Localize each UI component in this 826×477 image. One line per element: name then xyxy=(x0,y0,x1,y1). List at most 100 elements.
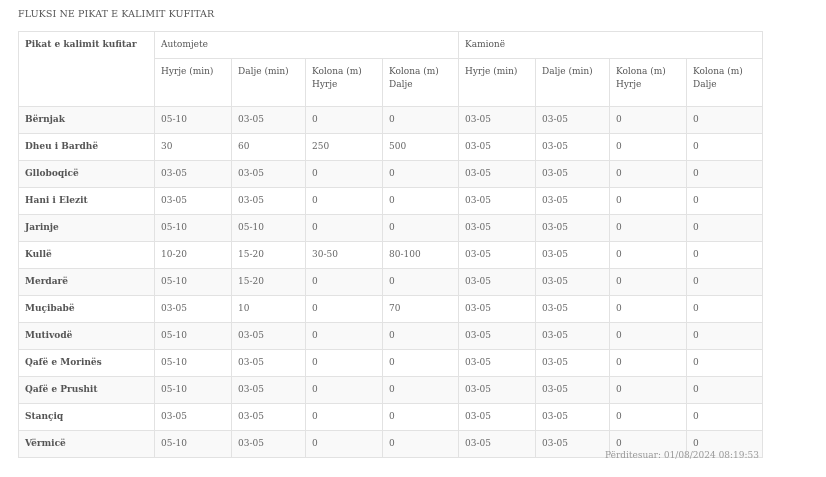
subheader-vehicles-queue-exit: Kolona (m) Dalje xyxy=(382,58,459,107)
table-row: Merdarë 05-10 15-20 0 0 03-05 03-05 0 0 xyxy=(18,268,764,296)
table-cell: 03-05 xyxy=(535,295,610,323)
table-cell: 03-05 xyxy=(458,376,536,404)
crossing-name-cell: Merdarë xyxy=(18,268,155,296)
table-cell: 0 xyxy=(609,133,687,161)
table-cell: 0 xyxy=(685,403,764,431)
table-cell: 03-05 xyxy=(535,322,610,350)
table-cell: 30-50 xyxy=(305,241,383,269)
table-cell: 0 xyxy=(305,376,383,404)
crossing-column-header: Pikat e kalimit kufitar xyxy=(18,31,155,107)
table-cell: 05-10 xyxy=(154,430,232,458)
table-cell: 03-05 xyxy=(231,187,306,215)
table-cell: 03-05 xyxy=(535,268,610,296)
table-cell: 05-10 xyxy=(154,106,232,134)
table-cell: 0 xyxy=(609,187,687,215)
table-cell: 0 xyxy=(685,214,764,242)
table-cell: 03-05 xyxy=(535,106,610,134)
table-cell: 03-05 xyxy=(458,160,536,188)
subheader-vehicles-entry-min: Hyrje (min) xyxy=(154,58,232,107)
table-cell: 03-05 xyxy=(535,214,610,242)
table-cell: 0 xyxy=(305,322,383,350)
table-cell: 03-05 xyxy=(458,268,536,296)
crossing-name-cell: Dheu i Bardhë xyxy=(18,133,155,161)
table-cell: 0 xyxy=(382,430,459,458)
table-cell: 250 xyxy=(305,133,383,161)
crossing-name-cell: Glloboqicë xyxy=(18,160,155,188)
table-cell: 03-05 xyxy=(458,214,536,242)
table-cell: 0 xyxy=(382,349,459,377)
table-cell: 0 xyxy=(305,106,383,134)
table-cell: 0 xyxy=(305,403,383,431)
table-cell: 03-05 xyxy=(231,349,306,377)
table-cell: 0 xyxy=(382,187,459,215)
table-cell: 70 xyxy=(382,295,459,323)
table-row: Stançiq 03-05 03-05 0 0 03-05 03-05 0 0 xyxy=(18,403,764,431)
table-cell: 30 xyxy=(154,133,232,161)
table-cell: 03-05 xyxy=(231,322,306,350)
group-header-vehicles: Automjete xyxy=(154,31,459,59)
table-row: Dheu i Bardhë 30 60 250 500 03-05 03-05 0 0 xyxy=(18,133,764,161)
table-cell: 0 xyxy=(609,295,687,323)
table-row: Mutivodë 05-10 03-05 0 0 03-05 03-05 0 0 xyxy=(18,322,764,350)
border-crossing-flux-table: Pikat e kalimit kufitar Automjete Kamion… xyxy=(18,31,764,458)
table-row: Bërnjak 05-10 03-05 0 0 03-05 03-05 0 0 xyxy=(18,106,764,134)
subheader-trucks-entry-min: Hyrje (min) xyxy=(458,58,536,107)
table-cell: 0 xyxy=(382,322,459,350)
table-cell: 03-05 xyxy=(535,376,610,404)
table-cell: 03-05 xyxy=(535,187,610,215)
table-cell: 05-10 xyxy=(154,268,232,296)
table-cell: 03-05 xyxy=(535,349,610,377)
table-cell: 0 xyxy=(609,160,687,188)
subheader-trucks-exit-min: Dalje (min) xyxy=(535,58,610,107)
table-cell: 0 xyxy=(382,403,459,431)
crossing-name-cell: Qafë e Prushit xyxy=(18,376,155,404)
table-cell: 03-05 xyxy=(458,187,536,215)
subheader-trucks-queue-entry: Kolona (m) Hyrje xyxy=(609,58,687,107)
table-cell: 03-05 xyxy=(231,160,306,188)
table-row: Muçibabë 03-05 10 0 70 03-05 03-05 0 0 xyxy=(18,295,764,323)
table-row: Jarinje 05-10 05-10 0 0 03-05 03-05 0 0 xyxy=(18,214,764,242)
subheader-vehicles-queue-entry: Kolona (m) Hyrje xyxy=(305,58,383,107)
table-cell: 0 xyxy=(305,295,383,323)
table-cell: 0 xyxy=(305,160,383,188)
table-row: Glloboqicë 03-05 03-05 0 0 03-05 03-05 0 0 xyxy=(18,160,764,188)
table-group-header-row: Pikat e kalimit kufitar Automjete Kamion… xyxy=(18,31,764,107)
table-cell: 03-05 xyxy=(535,133,610,161)
table-cell: 0 xyxy=(305,268,383,296)
table-cell: 0 xyxy=(685,160,764,188)
table-row: Qafë e Prushit 05-10 03-05 0 0 03-05 03-05 0 0 xyxy=(18,376,764,404)
table-cell: 03-05 xyxy=(154,160,232,188)
table-cell: 15-20 xyxy=(231,241,306,269)
table-cell: 03-05 xyxy=(231,376,306,404)
table-cell: 0 xyxy=(685,268,764,296)
table-cell: 03-05 xyxy=(154,187,232,215)
table-cell: 03-05 xyxy=(458,133,536,161)
crossing-name-cell: Mutivodë xyxy=(18,322,155,350)
crossing-name-cell: Qafë e Morinës xyxy=(18,349,155,377)
page-title: FLUKSI NE PIKAT E KALIMIT KUFITAR xyxy=(18,9,215,20)
table-cell: 0 xyxy=(382,214,459,242)
table-cell: 0 xyxy=(685,106,764,134)
table-cell: 05-10 xyxy=(154,376,232,404)
table-cell: 0 xyxy=(609,241,687,269)
subheader-vehicles-exit-min: Dalje (min) xyxy=(231,58,306,107)
table-row: Hani i Elezit 03-05 03-05 0 0 03-05 03-05 0 0 xyxy=(18,187,764,215)
last-updated-timestamp: Përditesuar: 01/08/2024 08:19:53 xyxy=(605,451,759,461)
table-cell: 03-05 xyxy=(458,295,536,323)
table-cell: 0 xyxy=(382,268,459,296)
table-cell: 05-10 xyxy=(154,349,232,377)
table-cell: 05-10 xyxy=(231,214,306,242)
table-cell: 15-20 xyxy=(231,268,306,296)
table-row: Kullë 10-20 15-20 30-50 80-100 03-05 03-05 0 0 xyxy=(18,241,764,269)
table-cell: 0 xyxy=(305,187,383,215)
table-cell: 60 xyxy=(231,133,306,161)
table-cell: 0 xyxy=(382,376,459,404)
table-cell: 03-05 xyxy=(458,322,536,350)
table-cell: 0 xyxy=(305,349,383,377)
table-cell: 03-05 xyxy=(535,160,610,188)
table-cell: 0 xyxy=(685,133,764,161)
group-header-trucks: Kamionë xyxy=(457,31,764,59)
table-cell: 03-05 xyxy=(535,241,610,269)
table-cell: 03-05 xyxy=(231,403,306,431)
table-cell: 0 xyxy=(685,322,764,350)
